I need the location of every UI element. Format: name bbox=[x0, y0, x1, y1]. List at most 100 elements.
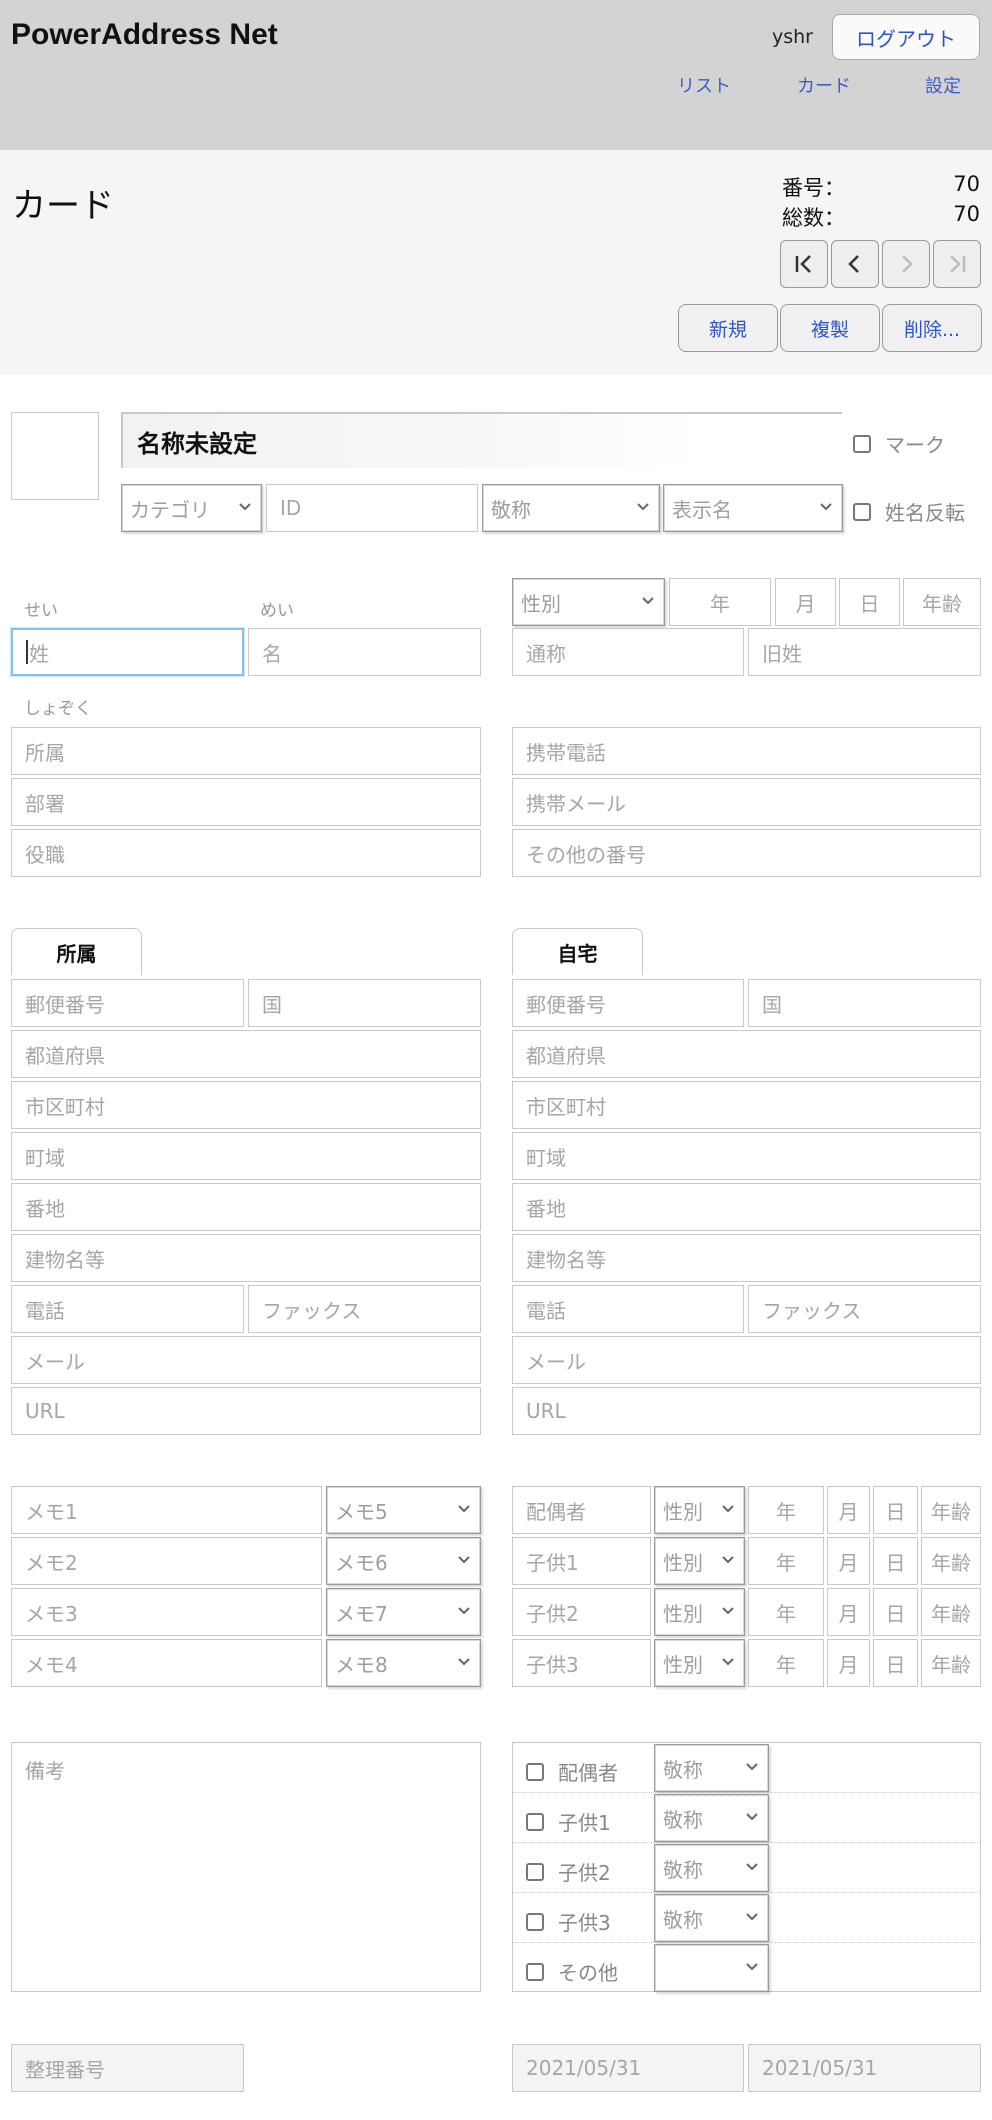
memo-8-select[interactable]: メモ8 bbox=[326, 1639, 481, 1687]
child-2-day-field[interactable]: 日 bbox=[873, 1588, 918, 1636]
logout-button[interactable]: ログアウト bbox=[832, 14, 980, 60]
reverse-name-checkbox-box[interactable] bbox=[853, 502, 871, 521]
work-phone-field[interactable]: 電話 bbox=[11, 1285, 244, 1333]
birth-day-field[interactable]: 日 bbox=[839, 578, 900, 626]
recipient-child-2-checkbox[interactable]: 子供2 bbox=[526, 1857, 611, 1886]
duplicate-button[interactable]: 複製 bbox=[780, 304, 880, 352]
work-fax-field[interactable]: ファックス bbox=[248, 1285, 481, 1333]
child-2-age-field[interactable]: 年齢 bbox=[921, 1588, 981, 1636]
work-town-field[interactable]: 町域 bbox=[11, 1132, 481, 1180]
honorific-select[interactable]: 敬称 bbox=[482, 484, 660, 532]
gender-select[interactable]: 性別 bbox=[512, 578, 665, 626]
spouse-year-field[interactable]: 年 bbox=[748, 1486, 824, 1534]
work-url-field[interactable]: URL bbox=[11, 1387, 481, 1435]
recipient-other-checkbox[interactable]: その他 bbox=[526, 1957, 618, 1986]
home-fax-field[interactable]: ファックス bbox=[748, 1285, 981, 1333]
birth-year-field[interactable]: 年 bbox=[669, 578, 771, 626]
department-field[interactable]: 部署 bbox=[11, 778, 481, 826]
photo-placeholder[interactable] bbox=[11, 412, 99, 500]
child-2-month-field[interactable]: 月 bbox=[827, 1588, 870, 1636]
spouse-month-field[interactable]: 月 bbox=[827, 1486, 870, 1534]
child-3-month-field[interactable]: 月 bbox=[827, 1639, 870, 1687]
category-select[interactable]: カテゴリ bbox=[121, 484, 262, 532]
notes-textarea[interactable]: 備考 bbox=[11, 1742, 481, 1992]
maiden-name-field[interactable]: 旧姓 bbox=[748, 628, 981, 676]
spouse-day-field[interactable]: 日 bbox=[873, 1486, 918, 1534]
work-postal-field[interactable]: 郵便番号 bbox=[11, 979, 244, 1027]
memo-3-field[interactable]: メモ3 bbox=[11, 1588, 322, 1636]
birth-month-field[interactable]: 月 bbox=[775, 578, 836, 626]
organization-field[interactable]: 所属 bbox=[11, 727, 481, 775]
spouse-age-field[interactable]: 年齢 bbox=[921, 1486, 981, 1534]
memo-1-field[interactable]: メモ1 bbox=[11, 1486, 322, 1534]
recipient-child-3-honorific-select[interactable]: 敬称 bbox=[654, 1894, 769, 1942]
mobile-phone-field[interactable]: 携帯電話 bbox=[512, 727, 981, 775]
child-2-year-field[interactable]: 年 bbox=[748, 1588, 824, 1636]
work-street-field[interactable]: 番地 bbox=[11, 1183, 481, 1231]
last-record-button[interactable] bbox=[933, 240, 981, 288]
recipient-spouse-checkbox[interactable]: 配偶者 bbox=[526, 1757, 618, 1786]
serial-number-field[interactable]: 整理番号 bbox=[11, 2044, 244, 2092]
memo-2-field[interactable]: メモ2 bbox=[11, 1537, 322, 1585]
nav-link-card[interactable]: カード bbox=[797, 72, 851, 98]
mark-checkbox-box[interactable] bbox=[853, 434, 871, 453]
child-2-gender-select[interactable]: 性別 bbox=[654, 1588, 745, 1636]
child-2-name-field[interactable]: 子供2 bbox=[512, 1588, 651, 1636]
memo-6-select[interactable]: メモ6 bbox=[326, 1537, 481, 1585]
work-city-field[interactable]: 市区町村 bbox=[11, 1081, 481, 1129]
job-title-field[interactable]: 役職 bbox=[11, 829, 481, 877]
child-3-day-field[interactable]: 日 bbox=[873, 1639, 918, 1687]
recipient-child-1-honorific-select[interactable]: 敬称 bbox=[654, 1794, 769, 1842]
last-name-field[interactable]: 姓 bbox=[11, 628, 244, 676]
recipient-other-checkbox-box[interactable] bbox=[526, 1962, 544, 1981]
other-number-field[interactable]: その他の番号 bbox=[512, 829, 981, 877]
mark-checkbox[interactable]: マーク bbox=[853, 429, 945, 458]
new-button[interactable]: 新規 bbox=[678, 304, 778, 352]
child-1-day-field[interactable]: 日 bbox=[873, 1537, 918, 1585]
home-country-field[interactable]: 国 bbox=[748, 979, 981, 1027]
child-1-name-field[interactable]: 子供1 bbox=[512, 1537, 651, 1585]
work-mail-field[interactable]: メール bbox=[11, 1336, 481, 1384]
recipient-spouse-honorific-select[interactable]: 敬称 bbox=[654, 1744, 769, 1792]
work-prefecture-field[interactable]: 都道府県 bbox=[11, 1030, 481, 1078]
next-record-button[interactable] bbox=[882, 240, 930, 288]
nav-link-list[interactable]: リスト bbox=[677, 72, 731, 98]
home-town-field[interactable]: 町域 bbox=[512, 1132, 981, 1180]
home-url-field[interactable]: URL bbox=[512, 1387, 981, 1435]
child-1-age-field[interactable]: 年齢 bbox=[921, 1537, 981, 1585]
child-1-month-field[interactable]: 月 bbox=[827, 1537, 870, 1585]
recipient-spouse-checkbox-box[interactable] bbox=[526, 1762, 544, 1781]
recipient-child-1-checkbox-box[interactable] bbox=[526, 1812, 544, 1831]
recipient-child-2-honorific-select[interactable]: 敬称 bbox=[654, 1844, 769, 1892]
memo-5-select[interactable]: メモ5 bbox=[326, 1486, 481, 1534]
delete-button[interactable]: 削除... bbox=[882, 304, 982, 352]
home-building-field[interactable]: 建物名等 bbox=[512, 1234, 981, 1282]
id-field[interactable]: ID bbox=[266, 484, 478, 532]
child-3-gender-select[interactable]: 性別 bbox=[654, 1639, 745, 1687]
mobile-mail-field[interactable]: 携帯メール bbox=[512, 778, 981, 826]
age-field[interactable]: 年齢 bbox=[903, 578, 981, 626]
tab-home-address[interactable]: 自宅 bbox=[512, 928, 643, 975]
first-record-button[interactable] bbox=[780, 240, 828, 288]
home-phone-field[interactable]: 電話 bbox=[512, 1285, 744, 1333]
first-name-field[interactable]: 名 bbox=[248, 628, 481, 676]
child-3-year-field[interactable]: 年 bbox=[748, 1639, 824, 1687]
display-name-field[interactable]: 名称未設定 bbox=[121, 412, 842, 468]
child-3-age-field[interactable]: 年齢 bbox=[921, 1639, 981, 1687]
home-postal-field[interactable]: 郵便番号 bbox=[512, 979, 744, 1027]
nav-link-settings[interactable]: 設定 bbox=[925, 72, 961, 98]
memo-7-select[interactable]: メモ7 bbox=[326, 1588, 481, 1636]
child-1-gender-select[interactable]: 性別 bbox=[654, 1537, 745, 1585]
home-city-field[interactable]: 市区町村 bbox=[512, 1081, 981, 1129]
memo-4-field[interactable]: メモ4 bbox=[11, 1639, 322, 1687]
prev-record-button[interactable] bbox=[831, 240, 879, 288]
work-country-field[interactable]: 国 bbox=[248, 979, 481, 1027]
recipient-child-3-checkbox-box[interactable] bbox=[526, 1912, 544, 1931]
recipient-child-3-checkbox[interactable]: 子供3 bbox=[526, 1907, 611, 1936]
child-1-year-field[interactable]: 年 bbox=[748, 1537, 824, 1585]
home-street-field[interactable]: 番地 bbox=[512, 1183, 981, 1231]
work-building-field[interactable]: 建物名等 bbox=[11, 1234, 481, 1282]
tab-work-address[interactable]: 所属 bbox=[11, 928, 142, 975]
home-prefecture-field[interactable]: 都道府県 bbox=[512, 1030, 981, 1078]
child-3-name-field[interactable]: 子供3 bbox=[512, 1639, 651, 1687]
